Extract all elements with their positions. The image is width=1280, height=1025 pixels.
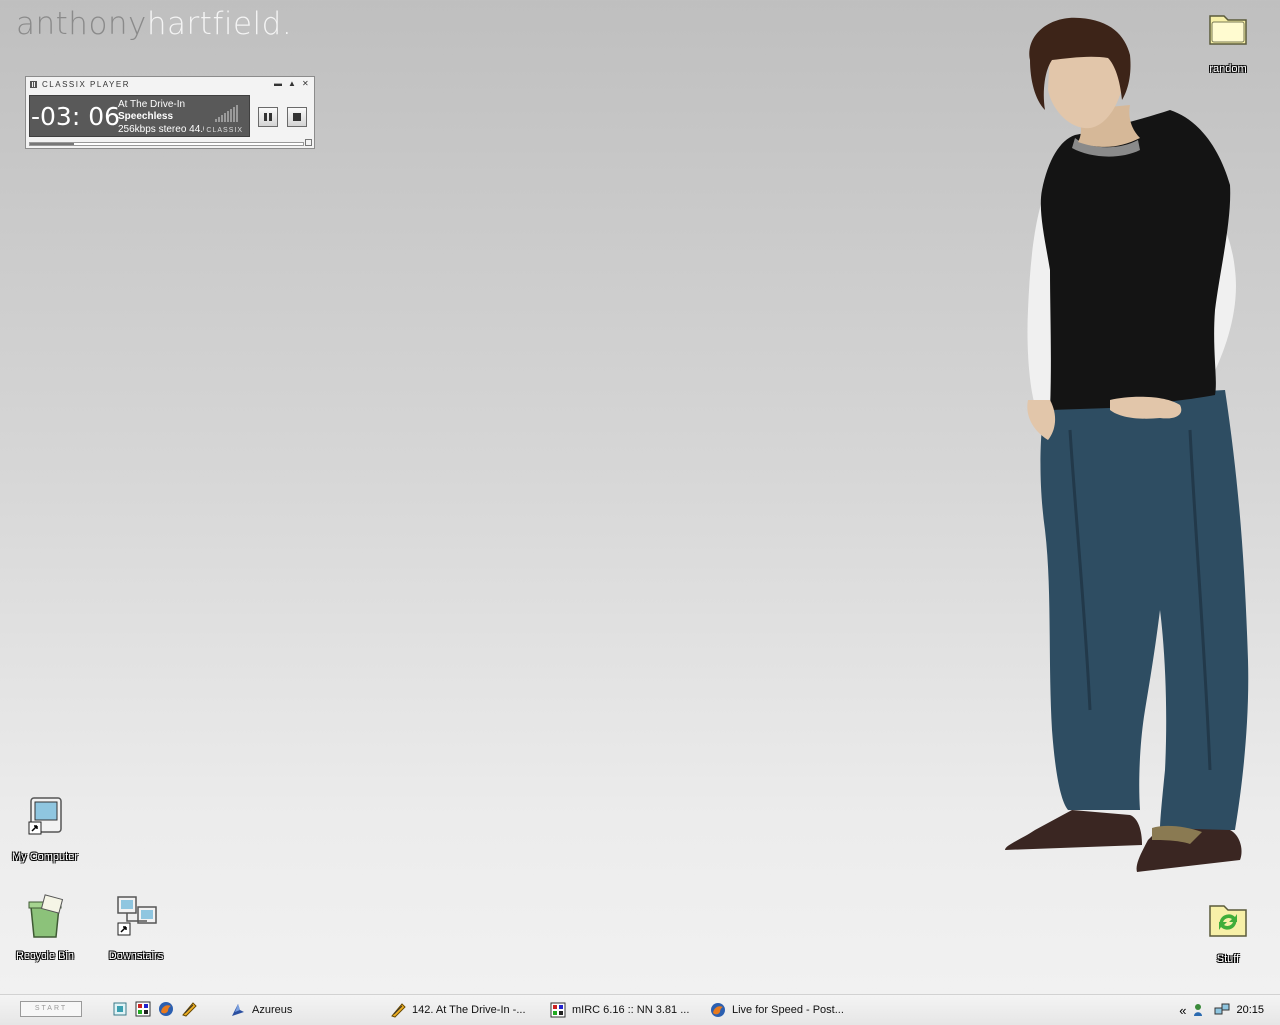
- minimize-icon[interactable]: ▬: [274, 80, 282, 88]
- wallpaper-figure-illustration: [1005, 17, 1249, 872]
- taskbar: START Azureus 142. At The Drive-In -... …: [0, 994, 1280, 1025]
- seek-bar-fill: [30, 143, 74, 145]
- clock[interactable]: 20:15: [1236, 1004, 1264, 1016]
- task-firefox[interactable]: Live for Speed - Post...: [710, 999, 844, 1021]
- icon-label: Recycle Bin: [15, 950, 75, 962]
- desktop-brand-text: anthonyhartfield.: [16, 6, 292, 42]
- desktop-icon-stuff[interactable]: Stuff: [1188, 896, 1268, 965]
- task-label: Live for Speed - Post...: [732, 1004, 844, 1016]
- icon-label: Stuff: [1216, 953, 1240, 965]
- player-menu-icon[interactable]: [30, 80, 37, 88]
- computer-icon: [28, 797, 62, 835]
- mirc-quicklaunch-icon[interactable]: [135, 1001, 151, 1017]
- task-label: 142. At The Drive-In -...: [412, 1004, 526, 1016]
- volume-bars-icon[interactable]: [213, 104, 241, 122]
- player-display: -03: 06 At The Drive-In Speechless 256kb…: [29, 95, 250, 137]
- player-titlebar[interactable]: CLASSIX PLAYER ▬ ▲ ✕: [26, 77, 314, 91]
- player-time[interactable]: -03: 06: [31, 102, 120, 131]
- firefox-icon: [711, 1003, 725, 1017]
- player-song: Speechless: [118, 111, 174, 122]
- task-label: Azureus: [252, 1004, 293, 1016]
- recycle-bin-icon: [28, 894, 64, 938]
- icon-label: My Computer: [11, 851, 79, 863]
- resize-handle[interactable]: [305, 139, 312, 146]
- start-button[interactable]: START: [20, 1001, 82, 1017]
- desktop-icon-my-computer[interactable]: My Computer: [5, 794, 85, 863]
- player-title: CLASSIX PLAYER: [42, 79, 130, 89]
- stop-button[interactable]: [287, 107, 307, 127]
- pause-icon: [264, 113, 272, 121]
- task-azureus[interactable]: Azureus: [230, 999, 292, 1021]
- task-winamp[interactable]: 142. At The Drive-In -...: [390, 999, 526, 1021]
- brand-first-name: anthony: [16, 6, 147, 42]
- icon-label: Downstairs: [108, 950, 164, 962]
- player-bitrate: 256kbps stereo 44.0: [118, 124, 204, 135]
- shade-icon[interactable]: ▲: [288, 80, 296, 88]
- task-label: mIRC 6.16 :: NN 3.81 ...: [572, 1004, 690, 1016]
- desktop-icon-downstairs[interactable]: Downstairs: [96, 893, 176, 962]
- system-tray: « 20:15: [1179, 995, 1280, 1025]
- pause-button[interactable]: [258, 107, 278, 127]
- desktop-icon-recycle-bin[interactable]: Recycle Bin: [5, 893, 85, 962]
- show-desktop-icon[interactable]: [112, 1001, 128, 1017]
- azureus-icon: [232, 1004, 244, 1016]
- seek-bar[interactable]: [29, 142, 304, 146]
- mirc-icon: [550, 1002, 566, 1018]
- player-artist: At The Drive-In: [118, 99, 186, 110]
- close-icon[interactable]: ✕: [302, 80, 310, 88]
- stop-icon: [293, 113, 301, 121]
- sync-folder-icon: [1209, 905, 1247, 937]
- winamp-icon: [391, 1003, 406, 1018]
- firefox-quicklaunch-icon[interactable]: [158, 1001, 174, 1017]
- network-status-icon[interactable]: [1214, 1002, 1230, 1018]
- player-brand-tag: CLASSIX: [206, 127, 243, 134]
- tray-expand-chevron-icon[interactable]: «: [1179, 1003, 1186, 1018]
- brand-last-name: hartfield.: [146, 6, 293, 42]
- task-mirc[interactable]: mIRC 6.16 :: NN 3.81 ...: [550, 999, 689, 1021]
- network-icon: [117, 896, 157, 936]
- classix-player-window[interactable]: CLASSIX PLAYER ▬ ▲ ✕ -03: 06 At The Driv…: [25, 76, 315, 149]
- messenger-icon[interactable]: [1192, 1002, 1208, 1018]
- winamp-quicklaunch-icon[interactable]: [181, 1001, 197, 1017]
